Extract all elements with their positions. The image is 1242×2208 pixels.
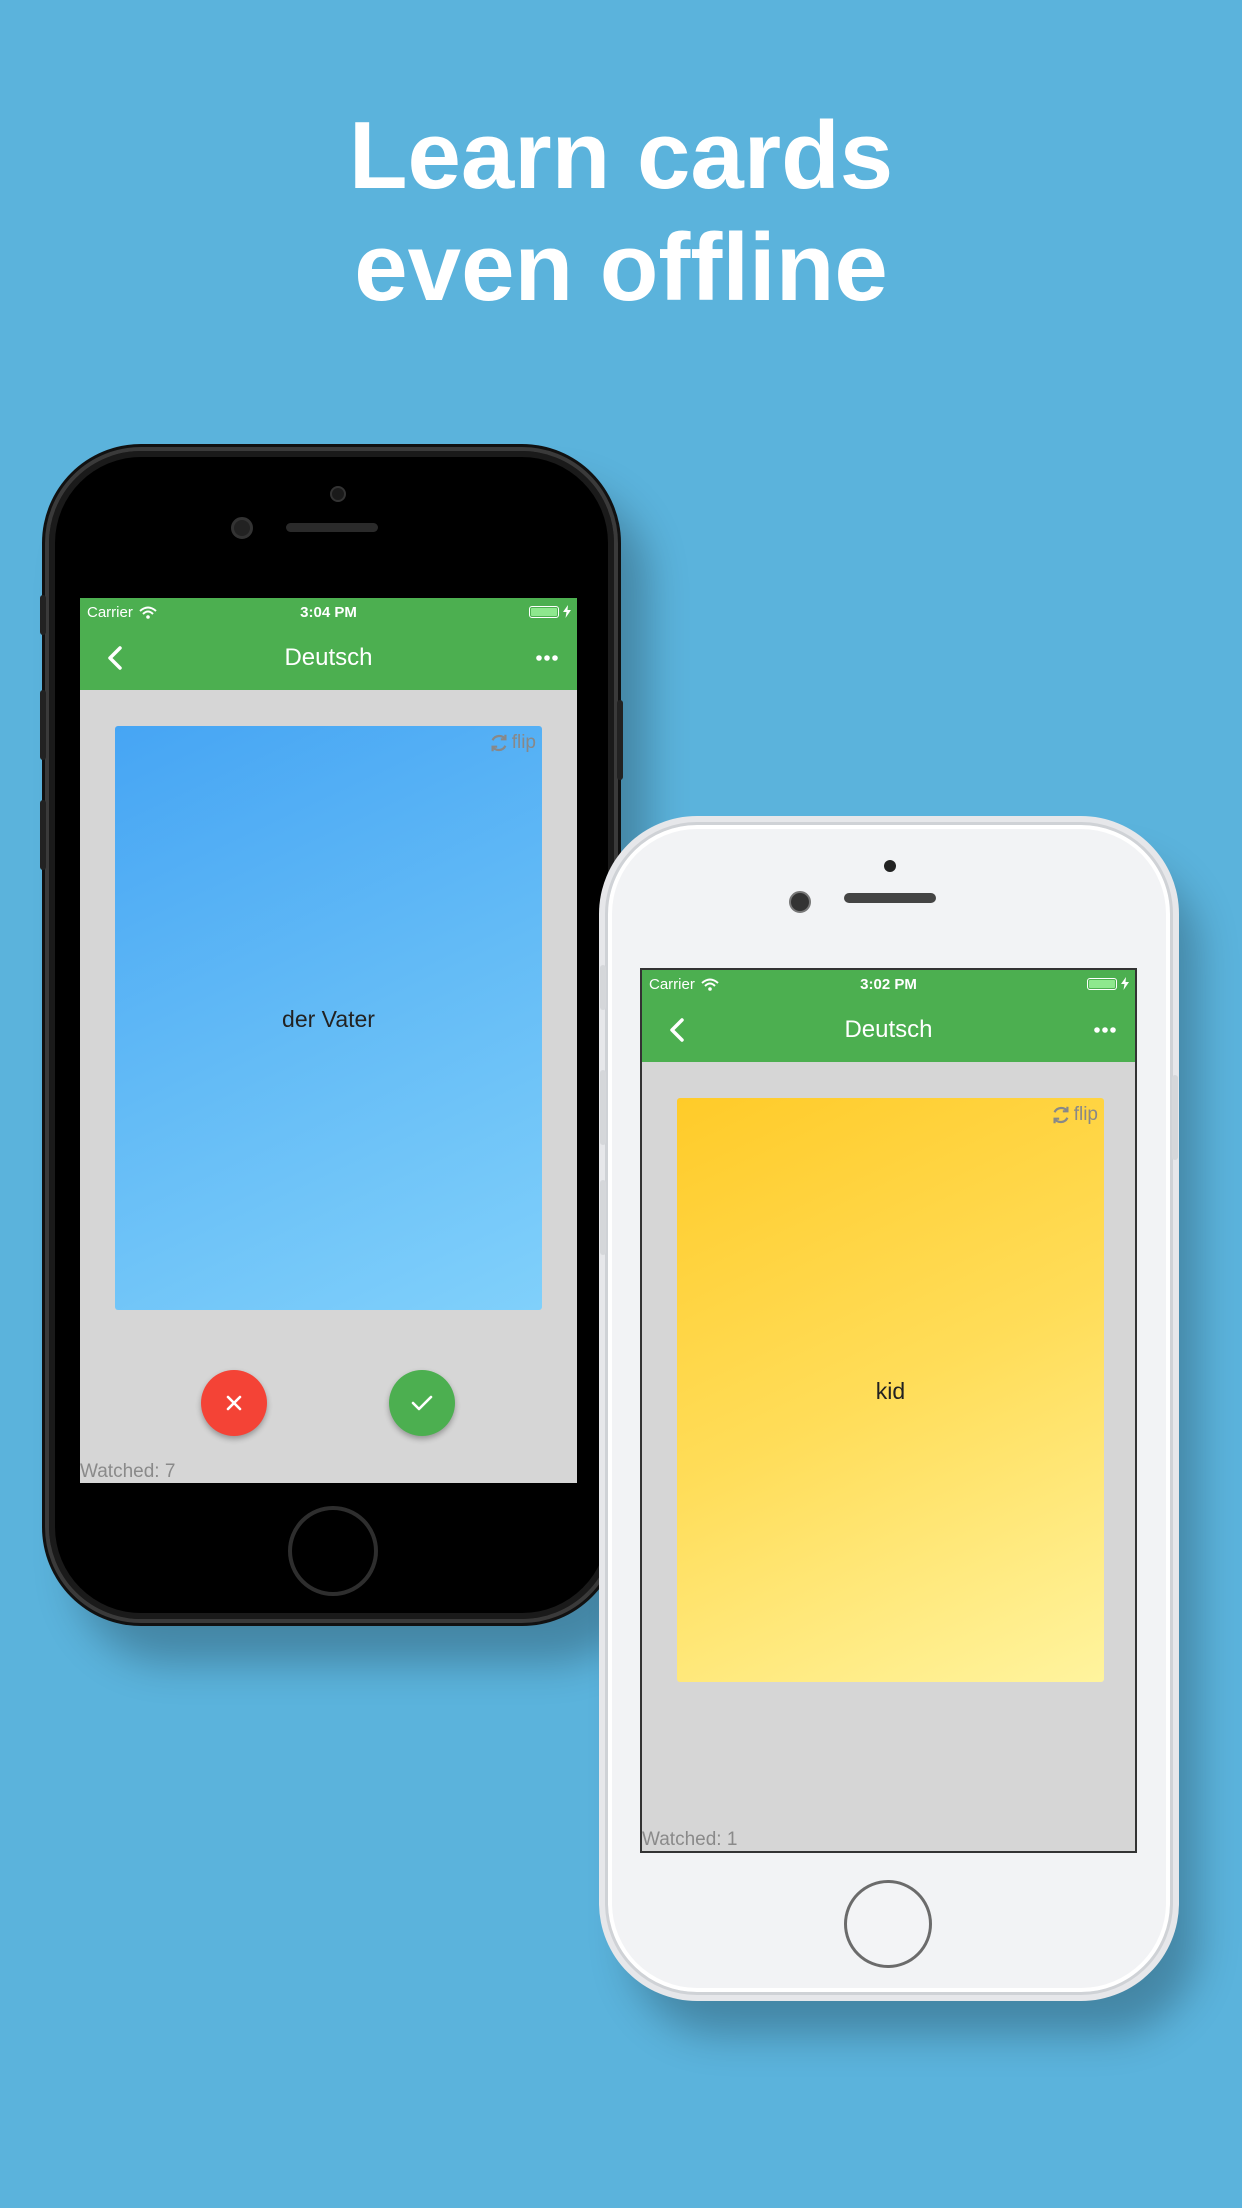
page-title: Deutsch (844, 1016, 933, 1043)
white-phone-mute-switch (600, 965, 606, 1010)
more-dots-icon[interactable] (531, 642, 563, 674)
phone-screen-2: Carrier 3:02 PM Deutsch flip kid Watched… (640, 968, 1137, 1853)
headline: Learn cards even offline (0, 100, 1242, 324)
status-time: 3:02 PM (860, 976, 917, 993)
headline-line-2: even offline (354, 214, 888, 321)
reject-button[interactable] (201, 1370, 267, 1436)
card-text: kid (875, 1378, 906, 1404)
flip-label: flip (511, 732, 536, 753)
black-phone-volume-down (40, 800, 46, 870)
check-icon (411, 1395, 433, 1411)
flip-label: flip (1073, 1104, 1098, 1125)
watched-count: Watched: 7 (80, 1461, 176, 1482)
charging-bolt-icon (563, 605, 571, 618)
accept-button[interactable] (389, 1370, 455, 1436)
flash-card[interactable]: flip kid (677, 1098, 1104, 1682)
battery-icon (529, 605, 571, 618)
black-phone-volume-up (40, 690, 46, 760)
page-title: Deutsch (284, 644, 373, 671)
app-bar: Deutsch (642, 998, 1135, 1062)
app-bar: Deutsch (80, 626, 577, 690)
white-phone-power (1172, 1075, 1178, 1160)
watched-count: Watched: 1 (642, 1829, 738, 1850)
refresh-icon (491, 734, 507, 752)
more-dots-icon[interactable] (1089, 1014, 1121, 1046)
flip-button[interactable]: flip (1050, 1104, 1098, 1126)
home-button[interactable] (288, 1506, 378, 1596)
sensor-dot (330, 486, 346, 502)
black-phone-power (617, 700, 623, 780)
sensor-dot (884, 860, 896, 872)
front-camera (789, 891, 811, 913)
phone-screen-1: Carrier 3:04 PM Deutsch flip der Vater W… (80, 598, 577, 1483)
black-phone-mute-switch (40, 595, 46, 635)
flip-button[interactable]: flip (488, 732, 536, 754)
status-bar: Carrier 3:02 PM (642, 970, 1135, 998)
headline-line-1: Learn cards (348, 102, 894, 209)
charging-bolt-icon (1121, 977, 1129, 990)
status-time: 3:04 PM (300, 604, 357, 621)
close-icon (226, 1395, 242, 1411)
white-phone-volume-down (600, 1180, 606, 1255)
front-camera (231, 517, 253, 539)
white-phone-volume-up (600, 1070, 606, 1145)
flash-card[interactable]: flip der Vater (115, 726, 542, 1310)
earpiece-speaker (286, 523, 378, 532)
earpiece-speaker (844, 893, 936, 903)
status-bar: Carrier 3:04 PM (80, 598, 577, 626)
card-text: der Vater (282, 1006, 375, 1032)
refresh-icon (1053, 1106, 1069, 1124)
battery-icon (1087, 977, 1129, 990)
home-button[interactable] (844, 1880, 932, 1968)
